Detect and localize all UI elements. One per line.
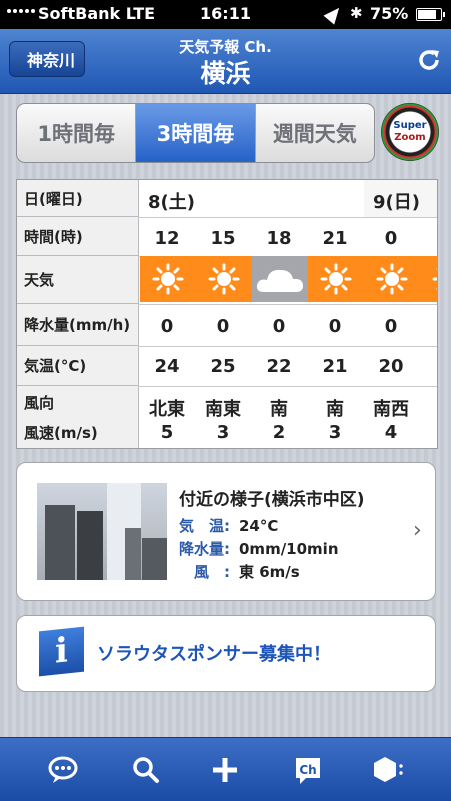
- wind-dir-cell: 南西: [373, 399, 409, 420]
- nearby-key: 気 温:: [179, 517, 230, 535]
- temp-cell: 24: [154, 356, 180, 377]
- nearby-value: 東 6m/s: [239, 563, 300, 581]
- super-zoom-label-2: Zoom: [394, 132, 426, 143]
- row-label-time: 時間(時): [17, 217, 138, 256]
- precip-cell: 0: [384, 316, 398, 337]
- svg-text:Ch: Ch: [299, 763, 316, 777]
- sunny-icon: [420, 256, 437, 302]
- row-label-wind-speed: 風速(m/s): [24, 423, 98, 442]
- sunny-icon: [364, 256, 420, 302]
- forecast-table[interactable]: 日(曜日) 時間(時) 天気 降水量(mm/h) 気温(°C) 風向 風速(m/…: [16, 179, 438, 449]
- channel-icon[interactable]: Ch: [291, 753, 325, 787]
- super-zoom-button[interactable]: Super Zoom: [381, 103, 439, 161]
- wind-speed-cell: 5: [160, 422, 174, 443]
- nearby-value: 24°C: [239, 517, 279, 535]
- hour-cell: 0: [384, 228, 398, 249]
- day-cell: 9(日): [373, 192, 420, 213]
- settings-icon[interactable]: [370, 753, 404, 787]
- segment-1hour[interactable]: 1時間毎: [17, 104, 137, 162]
- wind-speed-cell: 4: [384, 422, 398, 443]
- wind-dir-cell: 南: [270, 399, 288, 420]
- interval-segmented-control: 1時間毎 3時間毎 週間天気: [16, 103, 375, 163]
- nav-bar: 神奈川 天気予報 Ch. 横浜: [0, 29, 451, 94]
- battery-icon: [416, 8, 445, 21]
- live-camera-photo: [37, 483, 167, 580]
- search-icon[interactable]: [129, 753, 163, 787]
- nearby-key: 降水量:: [179, 540, 230, 558]
- wind-speed-cell: 2: [272, 422, 286, 443]
- tab-bar: Ch: [0, 737, 451, 801]
- status-bar: SoftBank LTE 16:11 ✱ 75%: [0, 0, 451, 29]
- wind-dir-cell: 北東: [149, 399, 185, 420]
- row-divider: [138, 346, 437, 347]
- nearby-title: 付近の様子(横浜市中区): [179, 490, 365, 510]
- hour-cell: 12: [154, 228, 180, 249]
- row-label-wind-dir: 風向: [24, 393, 55, 412]
- chat-icon[interactable]: [46, 753, 80, 787]
- sponsor-text: ソラウタスポンサー募集中！: [97, 644, 331, 665]
- nearby-row-precip: 降水量: 0mm/10min: [179, 538, 339, 559]
- row-divider: [138, 304, 437, 305]
- sponsor-banner[interactable]: i ソラウタスポンサー募集中！: [16, 615, 436, 692]
- nearby-row-temp: 気 温: 24°C: [179, 515, 278, 536]
- wind-dir-cell: 南東: [205, 399, 241, 420]
- wind-speed-cell: 3: [216, 422, 230, 443]
- row-divider: [138, 386, 437, 387]
- battery-percent: 75%: [370, 4, 409, 23]
- temp-cell: 21: [322, 356, 348, 377]
- precip-cell: 0: [160, 316, 174, 337]
- row-divider: [138, 217, 437, 218]
- row-label-temp: 気温(°C): [17, 346, 138, 386]
- temp-cell: 20: [378, 356, 404, 377]
- nearby-value: 0mm/10min: [239, 540, 339, 558]
- hour-cell: 15: [210, 228, 236, 249]
- precip-cell: 0: [328, 316, 342, 337]
- wind-dir-cell: 南: [326, 399, 344, 420]
- nearby-conditions-card[interactable]: 付近の様子(横浜市中区) 気 温: 24°C 降水量: 0mm/10min 風 : 東…: [16, 462, 436, 601]
- precip-cell: 0: [216, 316, 230, 337]
- info-icon: i: [39, 626, 84, 677]
- day-cell: 8(土): [148, 192, 195, 213]
- sunny-icon: [308, 256, 364, 302]
- row-label-wind: 風向 風速(m/s): [17, 386, 138, 448]
- row-label-day: 日(曜日): [17, 180, 138, 217]
- super-zoom-label-1: Super: [393, 120, 427, 131]
- temp-cell: 22: [266, 356, 292, 377]
- cloudy-icon: [252, 256, 308, 302]
- add-icon[interactable]: [208, 753, 242, 787]
- nearby-key: 風 :: [179, 563, 230, 581]
- row-label-precip: 降水量(mm/h): [17, 304, 138, 346]
- precip-cell: 0: [272, 316, 286, 337]
- sunny-icon: [196, 256, 252, 302]
- segment-weekly[interactable]: 週間天気: [256, 104, 374, 162]
- sunny-icon: [140, 256, 196, 302]
- hour-cell: 21: [322, 228, 348, 249]
- nearby-row-wind: 風 : 東 6m/s: [179, 561, 300, 582]
- row-label-weather: 天気: [17, 256, 138, 304]
- page-title: 横浜: [200, 59, 251, 88]
- bluetooth-icon: ✱: [350, 4, 363, 22]
- refresh-icon[interactable]: [416, 47, 442, 73]
- wind-speed-cell: 3: [328, 422, 342, 443]
- chevron-right-icon: ›: [413, 518, 422, 543]
- wind-dir-cell: 南: [419, 395, 437, 421]
- hour-cell: 18: [266, 228, 292, 249]
- temp-cell: 25: [210, 356, 236, 377]
- segment-3hour[interactable]: 3時間毎: [136, 104, 256, 162]
